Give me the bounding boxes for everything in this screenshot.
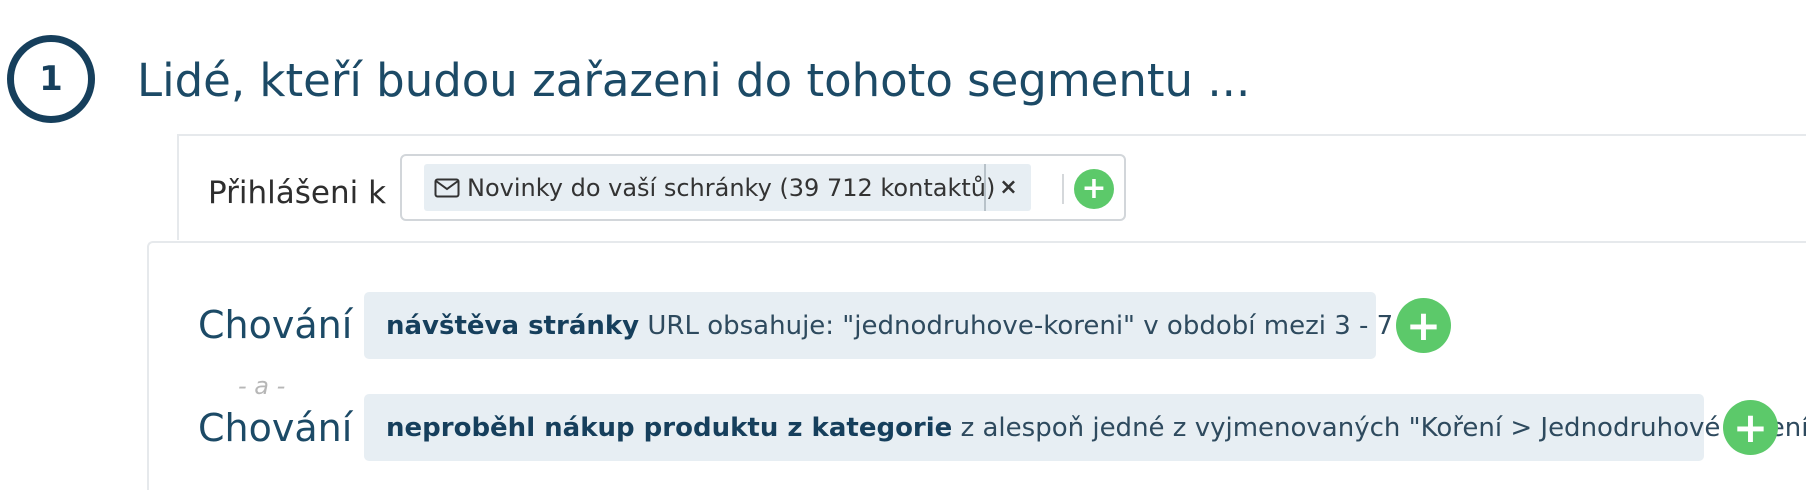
segment-editor: 1 Lidé, kteří budou zařazeni do tohoto s… bbox=[0, 0, 1806, 490]
condition-detail: URL obsahuje: "jednodruhove-koreni" v ob… bbox=[639, 310, 1450, 341]
step-number-badge: 1 bbox=[7, 35, 95, 123]
add-list-button[interactable]: + bbox=[1074, 169, 1114, 209]
subscription-label: Přihlášeni k bbox=[208, 175, 387, 211]
condition-name: neproběhl nákup produktu z kategorie bbox=[386, 412, 953, 443]
segment-section-title: Lidé, kteří budou zařazeni do tohoto seg… bbox=[137, 54, 1251, 107]
add-condition-button[interactable]: + bbox=[1396, 298, 1451, 353]
select-separator bbox=[1062, 174, 1064, 204]
add-condition-button[interactable]: + bbox=[1723, 400, 1778, 455]
condition-type-label: Chování bbox=[198, 303, 353, 347]
selected-list-label: Novinky do vaší schránky (39 712 kontakt… bbox=[467, 174, 996, 202]
condition-chip[interactable]: neproběhl nákup produktu z kategorie z a… bbox=[364, 394, 1806, 461]
condition-name: návštěva stránky bbox=[386, 310, 640, 341]
condition-type-label: Chování bbox=[198, 406, 353, 450]
and-separator: - a - bbox=[238, 372, 286, 400]
condition-detail: z alespoň jedné z vyjmenovaných "Koření … bbox=[952, 412, 1806, 443]
condition-chip[interactable]: návštěva stránky URL obsahuje: "jednodru… bbox=[364, 292, 1450, 359]
envelope-icon bbox=[434, 178, 460, 198]
remove-list-button[interactable]: × bbox=[986, 164, 1031, 211]
